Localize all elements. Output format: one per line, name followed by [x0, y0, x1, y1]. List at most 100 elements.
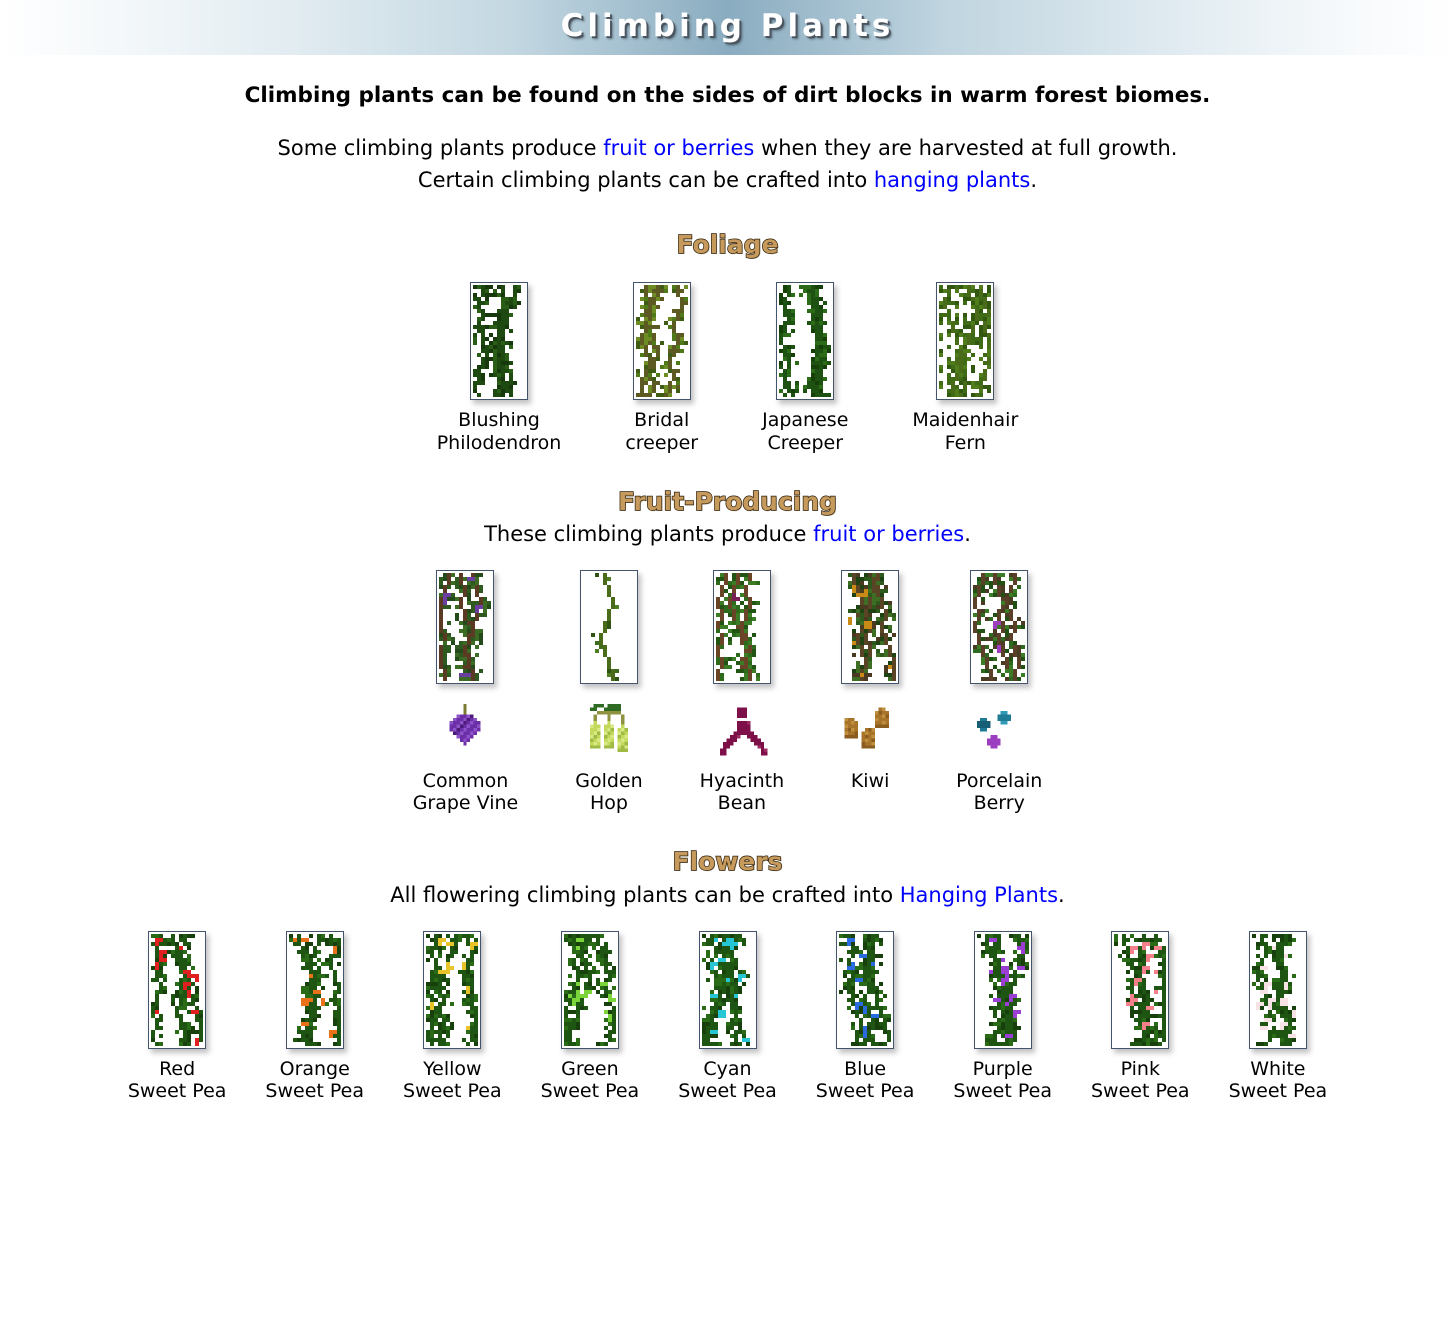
plant-texture-canvas	[715, 573, 768, 682]
plant-texture-tile	[712, 570, 771, 685]
link-hanging-plants[interactable]: hanging plants	[874, 168, 1031, 192]
plant-texture-canvas	[439, 573, 492, 682]
flowers-sub-after: .	[1058, 882, 1065, 907]
plant-card[interactable]: Common Grape Vine	[412, 570, 519, 815]
plant-label: Blue Sweet Pea	[815, 1058, 915, 1103]
foliage-plant-grid: Blushing Philodendron Bridal creeper Japan…	[0, 282, 1455, 454]
plant-label: Orange Sweet Pea	[265, 1058, 365, 1103]
plant-label: Maidenhair Fern	[912, 409, 1019, 454]
link-fruit-or-berries[interactable]: fruit or berries	[603, 136, 754, 160]
plant-texture-canvas	[635, 285, 688, 398]
plant-texture-canvas	[779, 285, 832, 398]
plant-label: Cyan Sweet Pea	[678, 1058, 777, 1103]
plant-label: Bridal creeper	[625, 409, 699, 454]
plant-card[interactable]: Yellow Sweet Pea	[403, 931, 502, 1102]
grape-cluster-icon	[436, 700, 495, 762]
plant-texture-tile	[841, 570, 900, 685]
bean-pod-icon	[712, 700, 771, 762]
plant-texture-canvas	[151, 934, 204, 1047]
fruit-icon-canvas	[841, 703, 900, 759]
plant-label: Red Sweet Pea	[127, 1058, 227, 1103]
plant-texture-tile	[1111, 931, 1170, 1050]
plant-card[interactable]: Pink Sweet Pea	[1091, 931, 1190, 1102]
plant-texture-canvas	[426, 934, 479, 1047]
plant-texture-tile	[470, 282, 529, 401]
plant-texture-tile	[776, 282, 835, 401]
plant-texture-tile	[436, 570, 495, 685]
fruit-icon-canvas	[579, 703, 638, 759]
intro-block: Climbing plants can be found on the side…	[0, 83, 1455, 197]
plant-card[interactable]: White Sweet Pea	[1228, 931, 1328, 1103]
plant-texture-canvas	[563, 934, 616, 1047]
section-flowers: Flowers All flowering climbing plants ca…	[0, 848, 1455, 909]
plant-card[interactable]: Hyacinth Bean	[700, 570, 784, 814]
porcelain-berry-icon	[970, 700, 1029, 762]
plant-label: Green Sweet Pea	[540, 1058, 640, 1103]
section-subtitle-fruit-producing: These climbing plants produce fruit or b…	[0, 521, 1455, 548]
section-title-flowers: Flowers	[672, 847, 783, 877]
plant-label: Yellow Sweet Pea	[403, 1058, 502, 1103]
plant-texture-tile	[936, 282, 995, 401]
plant-label: Kiwi	[850, 770, 890, 793]
plant-card[interactable]: Japanese Creeper	[762, 282, 848, 454]
fruit-icon-canvas	[970, 703, 1029, 759]
plant-card[interactable]: Blushing Philodendron	[436, 282, 562, 454]
plant-card[interactable]: Porcelain Berry	[956, 570, 1042, 814]
plant-texture-canvas	[701, 934, 754, 1047]
plant-texture-canvas	[839, 934, 892, 1047]
intro-line2-before: Some climbing plants produce	[277, 135, 604, 160]
plant-texture-tile	[1248, 931, 1307, 1050]
plant-label: Hyacinth Bean	[699, 770, 785, 815]
intro-line-fruit: Some climbing plants produce fruit or be…	[0, 132, 1455, 165]
plant-texture-tile	[836, 931, 895, 1050]
plant-texture-tile	[973, 931, 1032, 1050]
plant-texture-canvas	[976, 934, 1029, 1047]
plant-texture-tile	[285, 931, 344, 1050]
plant-texture-canvas	[1114, 934, 1167, 1047]
intro-lead: Climbing plants can be found on the side…	[244, 83, 1211, 108]
fruit-sub-before: These climbing plants produce	[484, 522, 814, 547]
plant-texture-canvas	[844, 573, 897, 682]
plant-card[interactable]: Purple Sweet Pea	[953, 931, 1052, 1102]
plant-card[interactable]: Red Sweet Pea	[127, 931, 227, 1103]
plant-card[interactable]: Blue Sweet Pea	[815, 931, 915, 1103]
plant-texture-canvas	[973, 573, 1026, 682]
plant-texture-canvas	[1251, 934, 1304, 1047]
plant-label: Common Grape Vine	[412, 770, 519, 815]
fruit-icon-canvas	[436, 703, 495, 759]
fruit-sub-after: .	[964, 522, 971, 547]
kiwi-fruit-icon	[841, 700, 900, 762]
plant-texture-canvas	[288, 934, 341, 1047]
plant-texture-canvas	[939, 285, 992, 398]
section-subtitle-flowers: All flowering climbing plants can be cra…	[0, 882, 1455, 909]
plant-card[interactable]: Green Sweet Pea	[540, 931, 640, 1103]
plant-texture-tile	[148, 931, 207, 1050]
plant-card[interactable]: Bridal creeper	[625, 282, 699, 454]
intro-line3-before: Certain climbing plants can be crafted i…	[417, 168, 874, 193]
link-fruit-or-berries-section[interactable]: fruit or berries	[813, 522, 964, 546]
plant-label: Blushing Philodendron	[436, 409, 562, 454]
intro-line-hanging: Certain climbing plants can be crafted i…	[0, 164, 1455, 197]
section-fruit-producing: Fruit-Producing These climbing plants pr…	[0, 486, 1455, 549]
plant-label: Porcelain Berry	[956, 770, 1043, 815]
link-hanging-plants-section[interactable]: Hanging Plants	[900, 883, 1058, 907]
flower-plant-grid: Red Sweet Pea Orange Sweet Pea Yellow Swee…	[0, 931, 1455, 1102]
plant-card[interactable]: Kiwi	[841, 570, 900, 793]
plant-label: Pink Sweet Pea	[1090, 1058, 1190, 1103]
plant-label: Golden Hop	[575, 770, 643, 815]
plant-label: White Sweet Pea	[1228, 1058, 1328, 1103]
plant-texture-tile	[970, 570, 1029, 685]
intro-line2-after: when they are harvested at full growth.	[754, 135, 1178, 160]
fruit-plant-grid: Common Grape Vine Golden Hop Hyacinth Bean…	[0, 570, 1455, 814]
plant-texture-tile	[632, 282, 691, 401]
section-title-fruit-producing: Fruit-Producing	[617, 486, 838, 516]
plant-card[interactable]: Maidenhair Fern	[912, 282, 1019, 454]
plant-texture-tile	[579, 570, 638, 685]
page-title: Climbing Plants	[560, 8, 895, 44]
plant-texture-tile	[698, 931, 757, 1050]
plant-card[interactable]: Cyan Sweet Pea	[678, 931, 777, 1102]
plant-card[interactable]: Orange Sweet Pea	[265, 931, 364, 1102]
page-banner: Climbing Plants	[0, 0, 1455, 55]
plant-card[interactable]: Golden Hop	[575, 570, 643, 815]
flowers-sub-before: All flowering climbing plants can be cra…	[390, 882, 900, 907]
